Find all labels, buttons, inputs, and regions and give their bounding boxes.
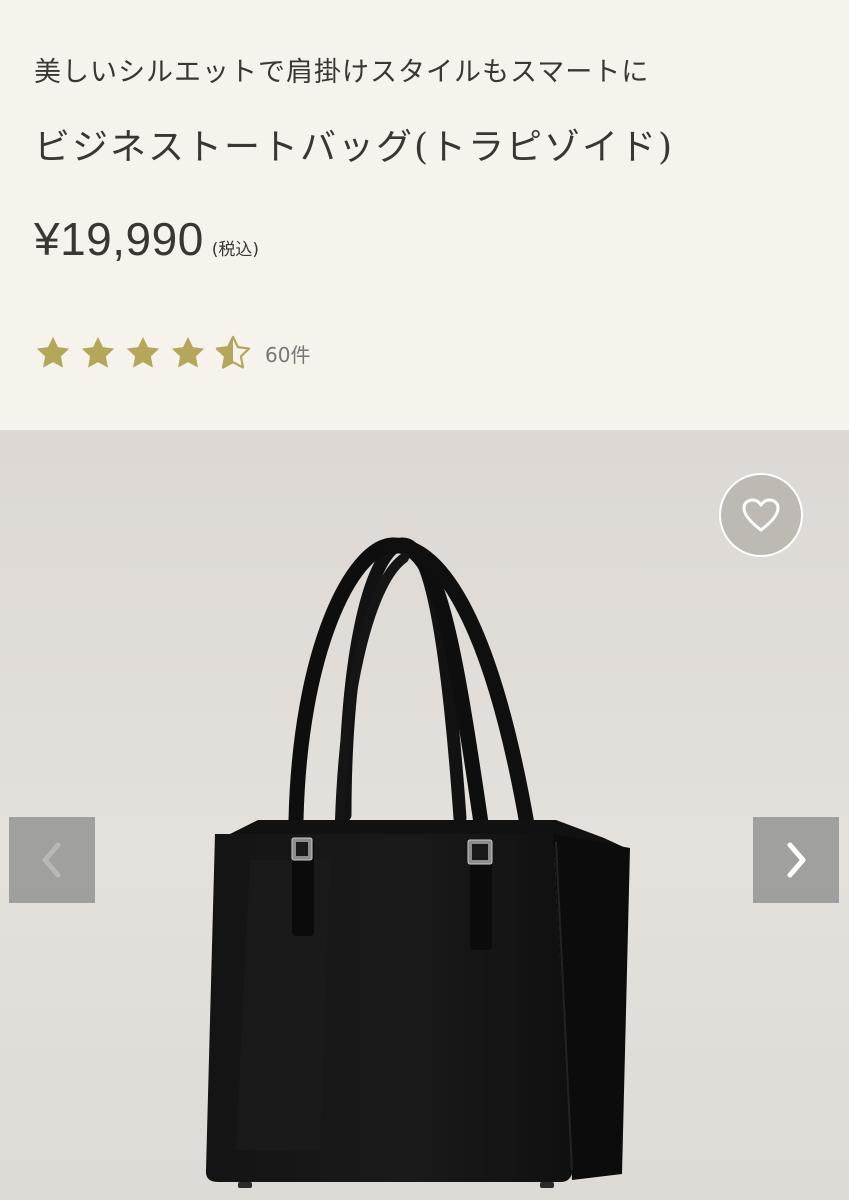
star-full-icon	[126, 336, 160, 368]
star-full-icon	[36, 336, 70, 368]
product-image	[205, 537, 630, 1188]
next-image-button[interactable]	[753, 817, 839, 903]
product-page: 美しいシルエットで肩掛けスタイルもスマートに ビジネストートバッグ(トラピゾイド…	[0, 0, 849, 1200]
catch-copy: 美しいシルエットで肩掛けスタイルもスマートに	[34, 57, 650, 88]
chevron-left-icon	[42, 842, 61, 878]
heart-outline-icon	[742, 498, 780, 532]
rating[interactable]: 60件	[34, 334, 310, 372]
favorite-button[interactable]	[719, 473, 803, 557]
review-count: 60件	[265, 342, 311, 367]
tax-note: (税込)	[211, 240, 260, 260]
star-half-icon	[215, 335, 251, 369]
product-title: ビジネストートバッグ(トラピゾイド)	[34, 127, 675, 168]
price: ¥19,990	[34, 213, 204, 265]
price-row: ¥19,990 (税込)	[34, 212, 259, 266]
chevron-right-icon	[787, 842, 806, 878]
prev-image-button[interactable]	[9, 817, 95, 903]
star-full-icon	[81, 336, 115, 368]
product-gallery	[0, 430, 849, 1200]
product-info: 美しいシルエットで肩掛けスタイルもスマートに ビジネストートバッグ(トラピゾイド…	[0, 0, 849, 430]
star-full-icon	[171, 336, 205, 368]
